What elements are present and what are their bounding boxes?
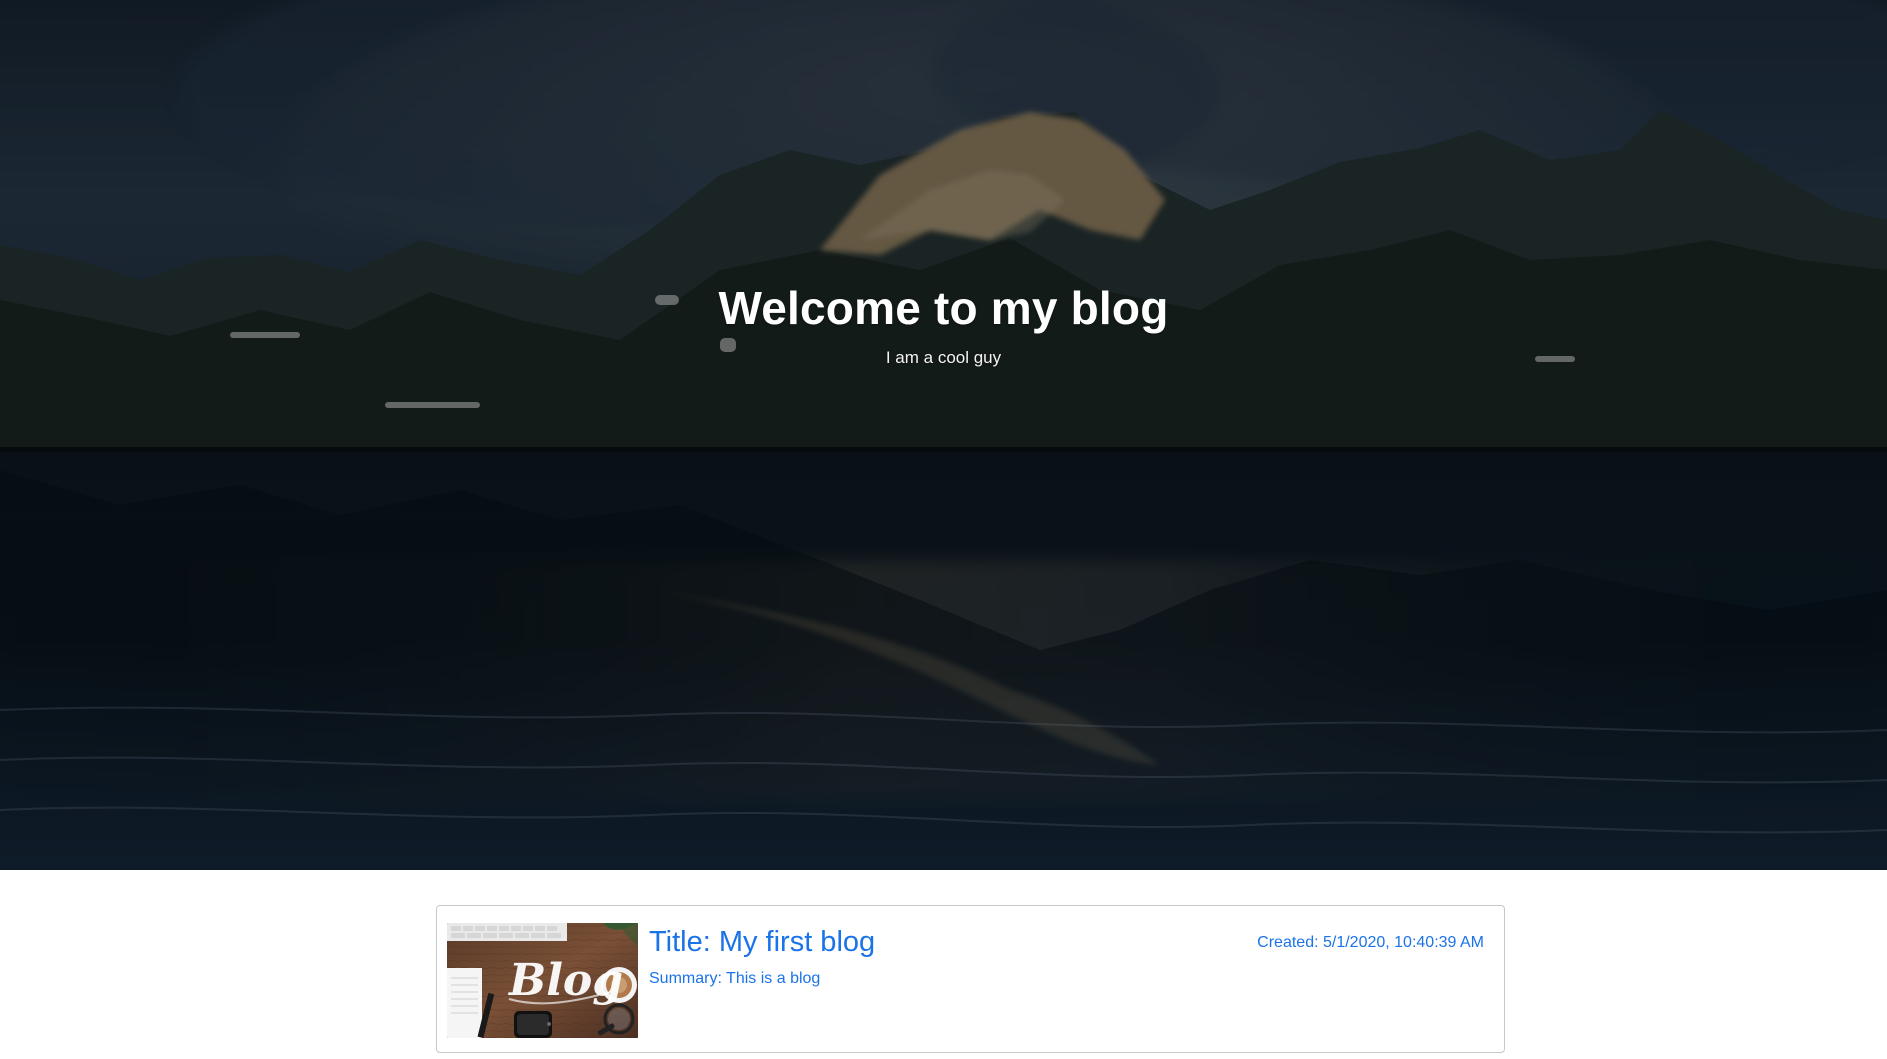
blog-post-card[interactable]: Blog Created: 5/1/2020, 10:40:39 AM Titl…	[436, 905, 1505, 1053]
page-subtitle: I am a cool guy	[885, 347, 1002, 367]
post-summary-text[interactable]: Summary: This is a blog	[649, 969, 1484, 988]
blog-thumbnail[interactable]: Blog	[447, 923, 638, 1038]
hero-content: Welcome to my blog I am a cool guy	[0, 283, 1887, 368]
blog-thumbnail-image: Blog	[447, 923, 638, 1038]
page-title: Welcome to my blog	[718, 282, 1169, 334]
hero-banner: Welcome to my blog I am a cool guy	[0, 0, 1887, 870]
hero-dark-overlay	[0, 0, 1887, 870]
post-created-date: Created: 5/1/2020, 10:40:39 AM	[1257, 934, 1484, 951]
blog-post-content: Created: 5/1/2020, 10:40:39 AM Title: My…	[649, 926, 1484, 1042]
svg-text:Blog: Blog	[507, 955, 623, 1006]
